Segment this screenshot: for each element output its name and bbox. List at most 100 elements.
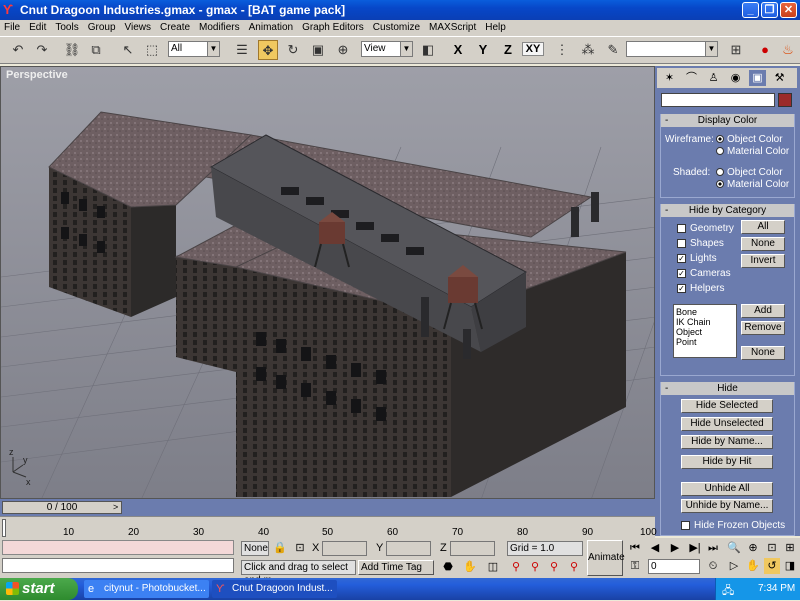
rollout-header[interactable]: - Hide bbox=[661, 382, 794, 395]
cameras-checkbox[interactable]: ✓ bbox=[677, 269, 686, 278]
network-icon[interactable]: 🖧 bbox=[722, 582, 734, 601]
menu-customize[interactable]: Customize bbox=[369, 20, 425, 36]
menu-tools[interactable]: Tools bbox=[51, 20, 83, 36]
selection-region-icon[interactable]: ⬚ bbox=[142, 40, 162, 60]
maximize-button[interactable]: ❐ bbox=[761, 2, 778, 18]
wireframe-material-color-radio[interactable] bbox=[716, 147, 724, 155]
y-coord-field[interactable] bbox=[386, 541, 431, 556]
rollout-header[interactable]: - Display Color bbox=[661, 114, 794, 127]
key-mode-icon[interactable]: ⚿ bbox=[627, 558, 643, 574]
redo-icon[interactable]: ↷ bbox=[32, 40, 52, 60]
zoom-icon[interactable]: 🔍 bbox=[726, 540, 742, 556]
render-teapot-icon[interactable]: ♨ bbox=[778, 40, 798, 60]
lock-icon[interactable]: 🔒 bbox=[272, 540, 288, 556]
named-selection-dropdown[interactable]: ▼ bbox=[626, 41, 718, 57]
gmax-logo-icon[interactable]: ϒ bbox=[3, 3, 17, 17]
track-bar[interactable]: 10 20 30 40 50 60 70 80 90 100 bbox=[0, 516, 657, 538]
snap-2d-icon[interactable]: ⚲ bbox=[508, 559, 524, 575]
link-icon[interactable]: ⛓ bbox=[62, 40, 82, 60]
scale-icon[interactable]: ▣ bbox=[308, 40, 328, 60]
menu-group[interactable]: Group bbox=[84, 20, 121, 36]
display-tab-icon[interactable]: ▣ bbox=[749, 70, 766, 86]
hierarchy-tab-icon[interactable]: ♙ bbox=[705, 70, 722, 86]
hide-by-hit-button[interactable]: Hide by Hit bbox=[681, 455, 773, 469]
axis-y-button[interactable]: Y bbox=[474, 42, 492, 57]
animate-button[interactable]: Animate bbox=[587, 540, 625, 576]
create-tab-icon[interactable]: ✶ bbox=[661, 70, 678, 86]
time-slider[interactable]: 0 / 100 bbox=[2, 501, 122, 514]
menu-views[interactable]: Views bbox=[121, 20, 157, 36]
list-item[interactable]: Point bbox=[676, 337, 734, 347]
maxscript-input[interactable] bbox=[2, 558, 234, 573]
menu-edit[interactable]: Edit bbox=[25, 20, 51, 36]
hide-by-name-button[interactable]: Hide by Name... bbox=[681, 435, 773, 449]
none-button[interactable]: None bbox=[741, 237, 785, 251]
z-coord-field[interactable] bbox=[450, 541, 495, 556]
rotate-icon[interactable]: ↻ bbox=[283, 40, 303, 60]
cube-icon[interactable]: ◫ bbox=[485, 559, 501, 575]
array-icon[interactable]: ⁂ bbox=[578, 40, 598, 60]
maxscript-listener[interactable] bbox=[2, 540, 234, 555]
zoom-extents-icon[interactable]: ⊡ bbox=[764, 540, 780, 556]
shaded-material-color-radio[interactable] bbox=[716, 180, 724, 188]
time-config-icon[interactable]: ⏲ bbox=[705, 558, 721, 574]
pan-icon[interactable]: ✋ bbox=[745, 558, 761, 574]
wireframe-object-color-radio[interactable] bbox=[716, 135, 724, 143]
x-coord-field[interactable] bbox=[322, 541, 367, 556]
add-time-tag-button[interactable]: Add Time Tag bbox=[358, 560, 434, 575]
category-listbox[interactable]: Bone IK Chain Object Point bbox=[673, 304, 737, 358]
hide-unselected-button[interactable]: Hide Unselected bbox=[681, 417, 773, 431]
align-icon[interactable]: ✎ bbox=[603, 40, 623, 60]
menu-animation[interactable]: Animation bbox=[245, 20, 298, 36]
motion-tab-icon[interactable]: ◉ bbox=[727, 70, 744, 86]
absolute-mode-icon[interactable]: ⊡ bbox=[292, 540, 308, 556]
menu-graph-editors[interactable]: Graph Editors bbox=[298, 20, 369, 36]
axis-x-button[interactable]: X bbox=[449, 42, 467, 57]
menu-modifiers[interactable]: Modifiers bbox=[195, 20, 245, 36]
field-of-view-icon[interactable]: ▷ bbox=[726, 558, 742, 574]
none-list-button[interactable]: None bbox=[741, 346, 785, 360]
next-frame-icon[interactable]: ▶| bbox=[687, 540, 703, 556]
grid-snap-icon[interactable]: ⊞ bbox=[726, 40, 746, 60]
zoom-all-icon[interactable]: ⊕ bbox=[745, 540, 761, 556]
hide-frozen-checkbox[interactable] bbox=[681, 521, 690, 530]
pivot-icon[interactable]: ⊕ bbox=[333, 40, 353, 60]
viewport-label[interactable]: Perspective bbox=[6, 69, 68, 81]
mirror-icon[interactable]: ⋮ bbox=[552, 40, 572, 60]
menu-file[interactable]: File bbox=[0, 20, 25, 36]
unhide-all-button[interactable]: Unhide All bbox=[681, 482, 773, 496]
material-editor-icon[interactable]: ● bbox=[755, 40, 775, 60]
perspective-viewport[interactable]: z y x Perspective bbox=[0, 66, 655, 499]
object-color-swatch[interactable] bbox=[778, 93, 792, 107]
add-button[interactable]: Add bbox=[741, 304, 785, 318]
object-name-field[interactable] bbox=[661, 93, 775, 107]
clock[interactable]: 7:34 PM bbox=[758, 583, 795, 594]
move-icon[interactable]: ✥ bbox=[258, 40, 278, 60]
modify-tab-icon[interactable]: ⌒ bbox=[683, 70, 700, 86]
selection-filter-dropdown[interactable]: All ▼ bbox=[168, 41, 220, 57]
rollout-header[interactable]: - Hide by Category bbox=[661, 204, 794, 217]
unlink-icon[interactable]: ⧉ bbox=[86, 40, 106, 60]
unhide-by-name-button[interactable]: Unhide by Name... bbox=[681, 499, 773, 513]
select-by-name-icon[interactable]: ☰ bbox=[232, 40, 252, 60]
previous-frame-icon[interactable]: ◀ bbox=[647, 540, 663, 556]
play-icon[interactable]: ▶ bbox=[667, 540, 683, 556]
go-to-end-icon[interactable]: ⏭ bbox=[705, 540, 721, 556]
select-arrow-icon[interactable]: ↖ bbox=[118, 40, 138, 60]
start-button[interactable]: start bbox=[0, 578, 78, 600]
shaded-object-color-radio[interactable] bbox=[716, 168, 724, 176]
list-item[interactable]: IK Chain Object bbox=[676, 317, 734, 337]
helpers-checkbox[interactable]: ✓ bbox=[677, 284, 686, 293]
snap-3d-icon[interactable]: ⚲ bbox=[527, 559, 543, 575]
next-frame-icon[interactable]: > bbox=[113, 502, 118, 512]
go-to-start-icon[interactable]: ⏮ bbox=[627, 540, 643, 556]
minimize-button[interactable]: _ bbox=[742, 2, 759, 18]
menu-create[interactable]: Create bbox=[156, 20, 195, 36]
utilities-tab-icon[interactable]: ⚒ bbox=[771, 70, 788, 86]
angle-snap-icon[interactable]: ⚲ bbox=[546, 559, 562, 575]
taskbar-item-gmax[interactable]: ϒ Cnut Dragoon Indust... bbox=[212, 580, 337, 598]
transform-center-icon[interactable]: ◧ bbox=[418, 40, 438, 60]
axis-xy-button[interactable]: XY bbox=[522, 42, 544, 56]
taskbar-item-photobucket[interactable]: e citynut - Photobucket... bbox=[84, 580, 209, 598]
axis-z-button[interactable]: Z bbox=[499, 42, 517, 57]
